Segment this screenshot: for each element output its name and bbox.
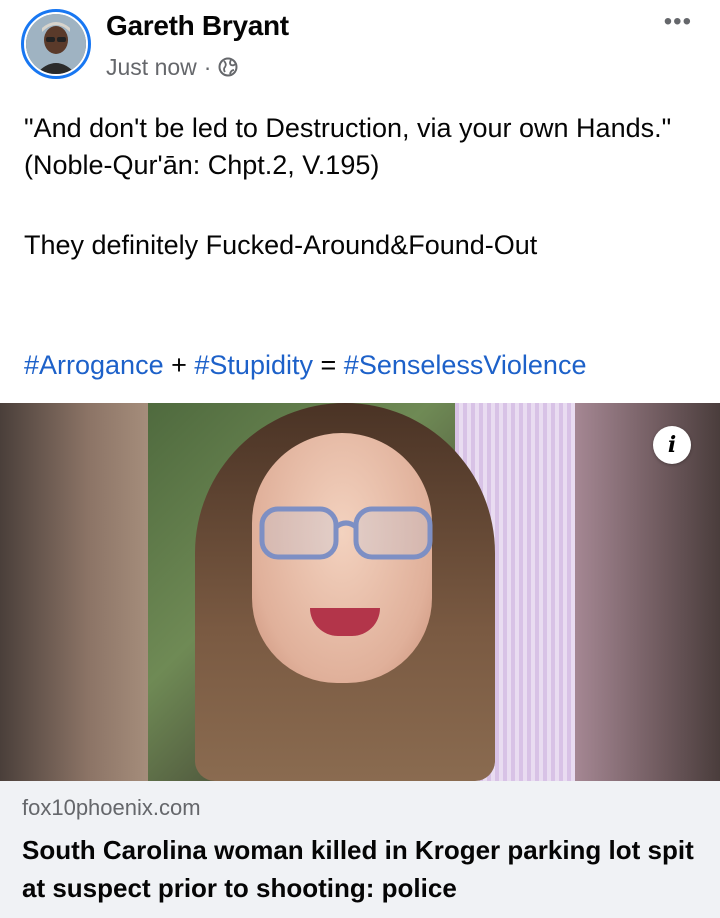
globe-icon	[218, 57, 238, 77]
info-icon: i	[667, 432, 677, 458]
hashtag-link[interactable]: #SenselessViolence	[344, 350, 587, 380]
meta-separator: ·	[203, 53, 212, 80]
avatar-image	[26, 14, 86, 74]
link-preview-image[interactable]	[0, 403, 720, 781]
post-meta: Just now ·	[106, 52, 238, 82]
operator-equals: =	[320, 350, 337, 380]
timestamp[interactable]: Just now	[106, 54, 197, 81]
hashtag-link[interactable]: #Stupidity	[194, 350, 313, 380]
avatar[interactable]	[26, 14, 86, 74]
glasses-shape	[259, 506, 433, 560]
post-text: "And don't be led to Destruction, via yo…	[24, 110, 696, 264]
image-blur-left	[0, 403, 148, 781]
post-header: Gareth Bryant Just now · •••	[0, 0, 720, 100]
ellipsis-icon: •••	[663, 8, 692, 35]
hashtag-line: #Arrogance + #Stupidity = #SenselessViol…	[24, 347, 704, 384]
post-text-line: (Noble-Qur'ān: Chpt.2, V.195)	[24, 150, 380, 180]
image-blur-right	[575, 403, 720, 781]
more-options-button[interactable]: •••	[664, 8, 692, 36]
hashtag-link[interactable]: #Arrogance	[24, 350, 164, 380]
link-domain: fox10phoenix.com	[22, 795, 201, 820]
link-headline: South Carolina woman killed in Kroger pa…	[22, 835, 694, 903]
operator-plus: +	[171, 350, 187, 380]
link-card[interactable]: fox10phoenix.com South Carolina woman ki…	[0, 781, 720, 918]
post-text-line: "And don't be led to Destruction, via yo…	[24, 113, 672, 143]
author-name[interactable]: Gareth Bryant	[106, 10, 289, 42]
info-button[interactable]: i	[653, 426, 691, 464]
post-text-line: They definitely Fucked-Around&Found-Out	[24, 230, 538, 260]
